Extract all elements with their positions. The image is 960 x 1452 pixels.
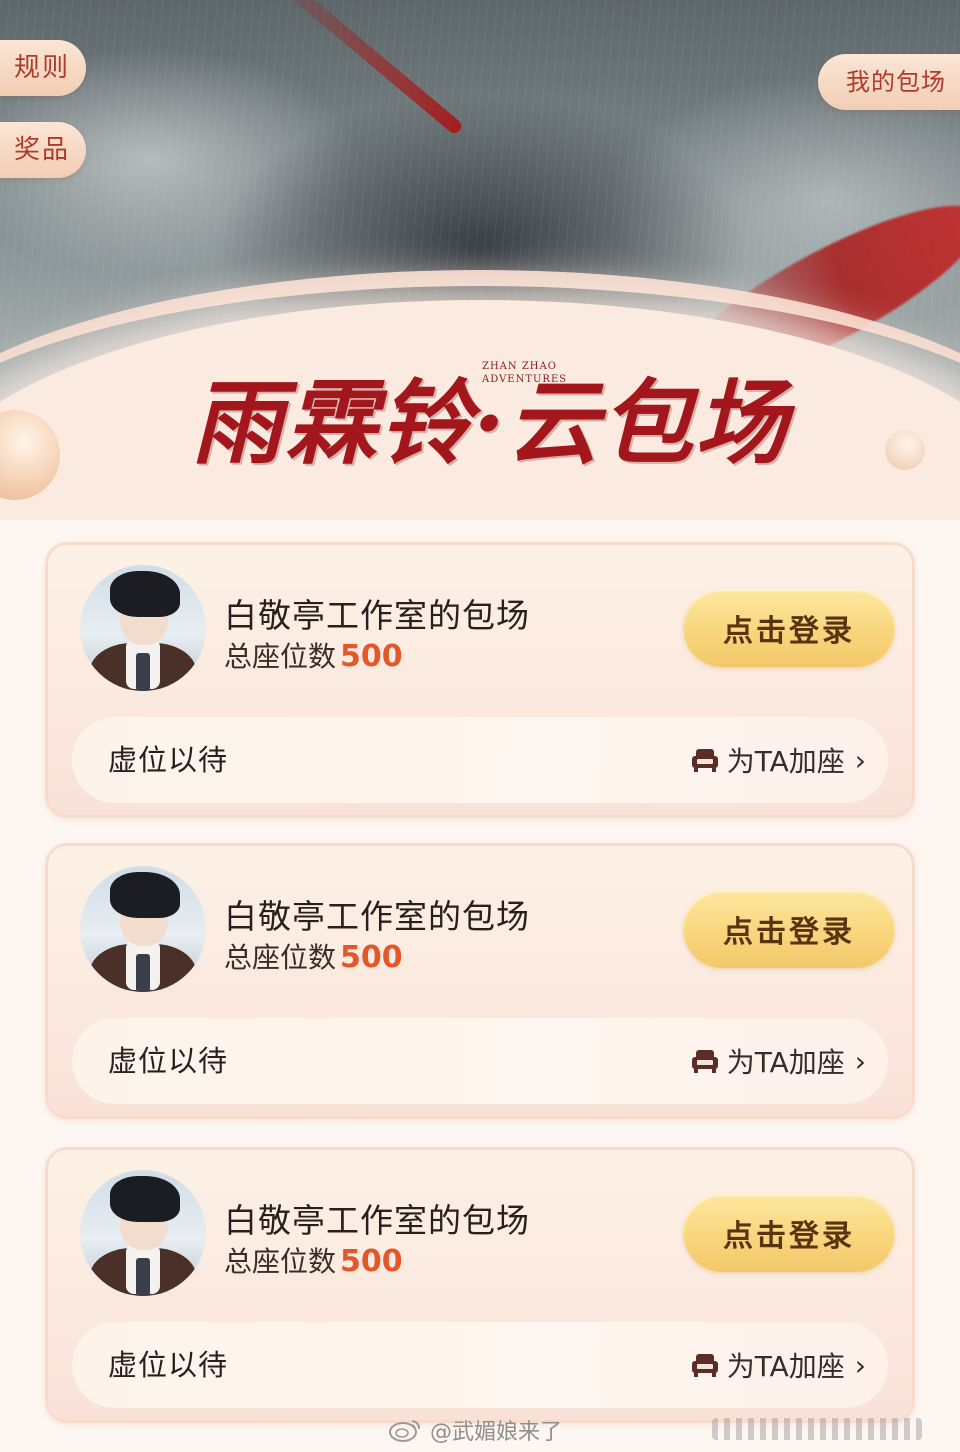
seat-status-bar: 虚位以待 为TA加座 ›: [72, 717, 888, 803]
avatar: [80, 866, 206, 992]
seat-count: 总座位数 500: [224, 936, 403, 976]
seat-status-bar: 虚位以待 为TA加座 ›: [72, 1322, 888, 1408]
login-button[interactable]: 点击登录: [683, 589, 895, 667]
seat-count-value: 500: [340, 940, 403, 975]
booking-name: 白敬亭工作室的包场: [224, 897, 530, 936]
seat-count-label: 总座位数: [224, 941, 337, 974]
sofa-seat-icon: [691, 1354, 718, 1377]
sofa-seat-icon: [691, 1050, 718, 1073]
booking-card: 白敬亭工作室的包场 总座位数 500 点击登录 虚位以待 为TA加座 ›: [45, 542, 915, 818]
rules-button[interactable]: 规则: [0, 40, 87, 96]
booking-card: 白敬亭工作室的包场 总座位数 500 点击登录 虚位以待 为TA加座 ›: [45, 1147, 915, 1423]
waiting-label: 虚位以待: [108, 743, 229, 777]
seat-count-value: 500: [340, 639, 403, 674]
english-subtitle-line1: ZHAN ZHAO: [482, 361, 557, 372]
pearl-small-decoration: [885, 430, 925, 470]
seat-count-label: 总座位数: [224, 1245, 337, 1278]
seat-count-label: 总座位数: [224, 640, 337, 673]
english-subtitle-line2: ADVENTURES: [482, 374, 568, 385]
login-button[interactable]: 点击登录: [683, 1194, 895, 1272]
prizes-button[interactable]: 奖品: [0, 122, 87, 178]
chevron-right-icon: ›: [854, 1348, 866, 1382]
booking-card: 白敬亭工作室的包场 总座位数 500 点击登录 虚位以待 为TA加座 ›: [45, 843, 915, 1119]
avatar: [80, 565, 206, 691]
chevron-right-icon: ›: [854, 743, 866, 777]
add-seat-link[interactable]: 为TA加座 ›: [691, 1018, 866, 1104]
add-seat-link[interactable]: 为TA加座 ›: [691, 1322, 866, 1408]
sofa-seat-icon: [691, 749, 718, 772]
booking-name: 白敬亭工作室的包场: [224, 1201, 530, 1240]
login-button[interactable]: 点击登录: [683, 890, 895, 968]
seat-count-value: 500: [340, 1244, 403, 1279]
watermark-pattern: [712, 1418, 922, 1440]
hero-banner: 雨霖铃·云包场 ZHAN ZHAO ADVENTURES: [0, 0, 960, 520]
add-seat-label: 为TA加座: [726, 745, 845, 778]
add-seat-link[interactable]: 为TA加座 ›: [691, 717, 866, 803]
waiting-label: 虚位以待: [108, 1348, 229, 1382]
seat-count: 总座位数 500: [224, 1240, 403, 1280]
weibo-icon: [389, 1420, 420, 1442]
waiting-label: 虚位以待: [108, 1044, 229, 1078]
english-subtitle: ZHAN ZHAO ADVENTURES: [482, 360, 572, 386]
add-seat-label: 为TA加座: [726, 1046, 845, 1079]
booking-name: 白敬亭工作室的包场: [224, 596, 530, 635]
avatar: [80, 1170, 206, 1296]
seat-status-bar: 虚位以待 为TA加座 ›: [72, 1018, 888, 1104]
watermark: @武媚娘来了: [388, 1410, 562, 1450]
watermark-text: @武媚娘来了: [430, 1420, 563, 1445]
chevron-right-icon: ›: [854, 1044, 866, 1078]
seat-count: 总座位数 500: [224, 635, 403, 675]
my-booking-button[interactable]: 我的包场: [818, 54, 960, 110]
add-seat-label: 为TA加座: [726, 1350, 845, 1383]
